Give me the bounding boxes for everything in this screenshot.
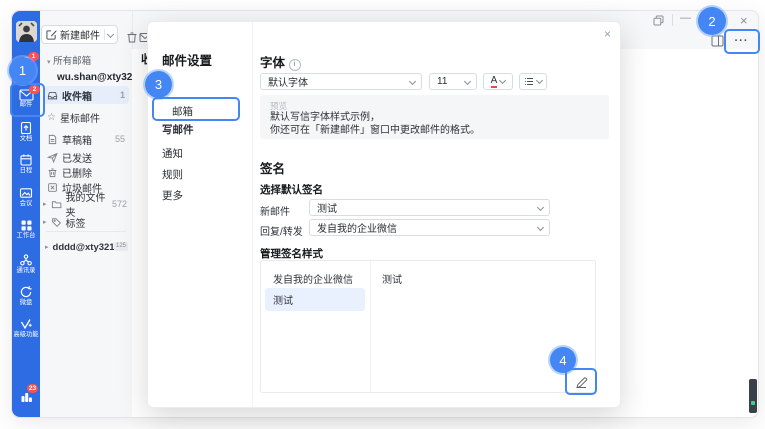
signature-heading: 签名 [260,158,285,177]
folder-my-folders[interactable]: ▸ 我的文件夹 572 [39,195,131,213]
settings-nav-notifications[interactable]: 通知 [162,146,183,161]
settings-nav-compose[interactable]: 写邮件 [162,122,194,137]
inbox-icon [47,90,58,101]
signature-item-wecom[interactable]: 发自我的企业微信 [273,271,353,286]
new-mail-label: 新邮件 [260,203,290,218]
signature-item-test[interactable]: 测试 [265,288,365,311]
sidebar-item-contacts[interactable]: 通讯录 [12,253,40,275]
calendar-icon [19,153,33,167]
drive-icon [19,285,33,299]
signature-preview-text: 测试 [382,271,402,286]
sent-icon [47,152,58,163]
font-heading: 字体 i [260,52,301,71]
compose-label: 新建邮件 [60,27,100,42]
settings-nav-more[interactable]: 更多 [162,188,183,203]
layout-columns-icon[interactable] [711,35,724,47]
signature-box-divider [370,261,371,392]
sidebar-item-calendar[interactable]: 日程 [12,153,40,175]
titlebar-divider [672,14,673,26]
font-size-select[interactable]: 11 [429,73,477,90]
side-panel-edge [749,379,757,413]
folder-inbox[interactable]: 收件箱 1 [43,86,129,104]
reply-forward-label: 回复/转发 [260,223,303,238]
apps-badge: 23 [27,384,38,393]
screenshot-root: 1 邮件 2 文档 日程 [0,0,765,429]
minimize-button[interactable]: — [680,12,691,24]
compose-dropdown-chevron[interactable] [107,31,114,38]
expand-caret-icon[interactable]: ▸ [43,200,47,208]
annotation-box-4 [565,368,597,395]
settings-nav-rules[interactable]: 规则 [162,167,183,182]
meeting-icon [19,186,33,200]
new-mail-signature-select[interactable]: 测试 [309,199,550,216]
sidebar-item-workbench[interactable]: 工作台 [12,219,40,240]
annotation-box-1 [10,83,45,117]
annotation-step-2: 2 [698,7,726,35]
close-window-button[interactable]: × [740,13,748,28]
annotation-step-1: 1 [9,57,36,84]
status-dot [751,401,755,405]
secondary-account-badge: 125 [114,242,128,251]
contacts-icon [19,253,33,267]
reply-signature-select[interactable]: 发自我的企业微信 [309,219,550,236]
font-family-select[interactable]: 默认字体 [260,73,422,90]
document-icon [19,121,33,135]
draft-icon [47,134,58,145]
tag-icon [51,217,62,228]
advanced-features-icon [19,317,33,331]
preview-line-2: 你还可在「新建邮件」窗口中更改邮件的格式。 [270,125,599,138]
avatar[interactable] [16,21,37,42]
junk-icon [47,182,58,193]
annotation-step-3: 3 [145,71,172,98]
compose-icon [46,29,57,40]
expand-caret-icon[interactable]: ▸ [45,243,49,251]
avatar-photo [16,21,37,42]
modal-nav-divider [252,22,253,407]
app-window: 1 邮件 2 文档 日程 [11,10,759,418]
folder-tags[interactable]: ▸ 标签 [39,213,131,231]
delete-toolbar-icon[interactable] [126,31,138,44]
sidebar-item-meeting[interactable]: 会议 [12,186,40,208]
folder-starred[interactable]: ☆ 星标邮件 [43,108,129,126]
mail-settings-modal: × 邮件设置 邮箱 写邮件 通知 规则 更多 字体 i 默认字体 11 [147,21,621,408]
sidebar-item-apps[interactable]: 23 [12,389,40,409]
modal-title: 邮件设置 [162,50,212,69]
font-preview-box: 预览 默认写信字体样式示例， 你还可在「新建邮件」窗口中更改邮件的格式。 [260,95,609,139]
choose-signature-heading: 选择默认签名 [260,182,323,197]
preview-line-1: 默认写信字体样式示例， [270,112,599,125]
sidebar-item-advanced[interactable]: 高级功能 [12,317,40,339]
list-format-button[interactable] [519,73,547,90]
signature-manage-box: 发自我的企业微信 测试 测试 [260,260,596,393]
popout-icon[interactable] [653,15,664,26]
annotation-box-2 [724,29,760,54]
star-icon: ☆ [47,112,56,123]
folder-divider [46,231,126,232]
folder-icon [51,199,62,210]
preview-label: 预览 [270,100,599,112]
all-mailboxes-group[interactable]: ▾ 所有邮箱 [47,53,91,67]
compose-button[interactable]: 新建邮件 [41,25,118,44]
collapse-caret-icon: ▾ [47,59,51,66]
sidebar-item-docs[interactable]: 文档 [12,121,40,143]
annotation-box-3 [152,97,240,121]
font-color-button[interactable]: A [483,73,513,90]
trash-icon [47,167,58,178]
info-icon[interactable]: i [289,59,301,71]
folder-drafts[interactable]: 草稿箱 55 [43,130,129,148]
expand-caret-icon[interactable]: ▸ [43,218,47,226]
manage-signature-heading: 管理签名样式 [260,246,323,261]
sidebar-item-drive[interactable]: 微盘 [12,285,40,307]
list-icon [524,77,534,86]
workbench-grid-icon [20,219,33,232]
